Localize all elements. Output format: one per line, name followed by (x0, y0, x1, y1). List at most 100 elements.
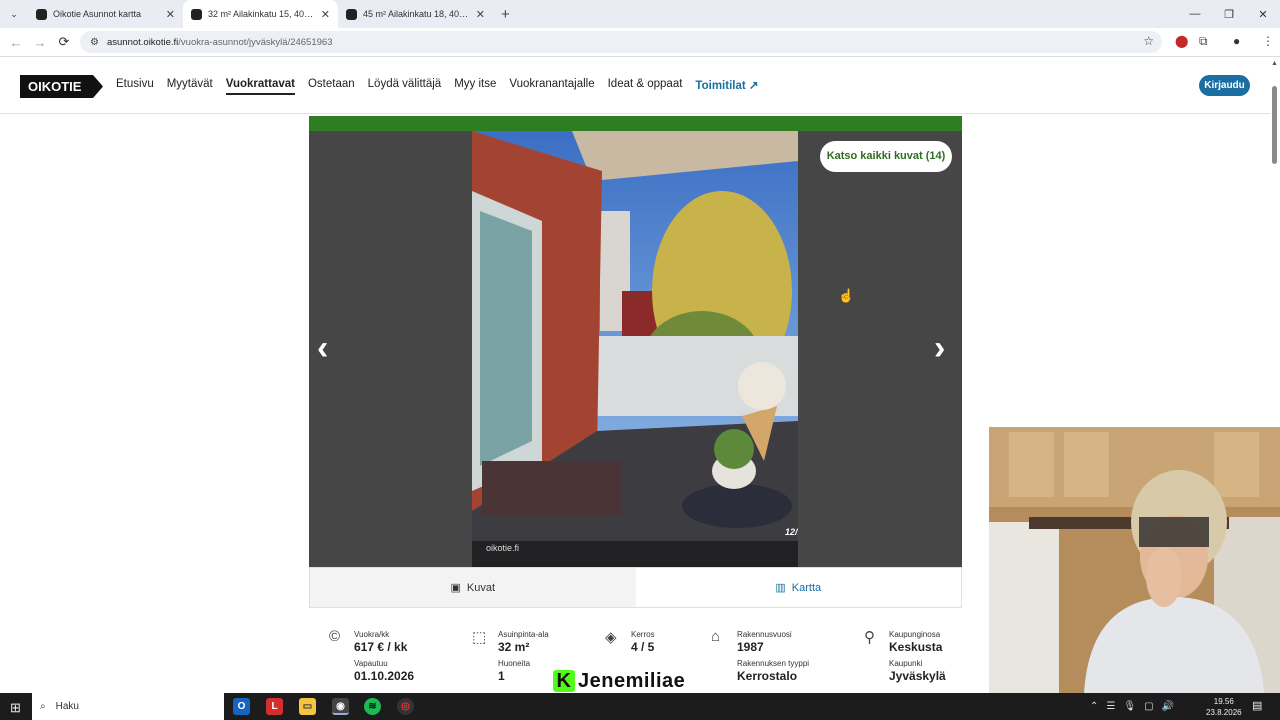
tab-strip: ⌄ Oikotie Asunnot kartta ✕ 32 m² Ailakin… (0, 0, 1280, 28)
fact-value: Keskusta (889, 640, 943, 654)
map-icon: ▥ (775, 582, 786, 594)
browser-tab-active[interactable]: 32 m² Ailakinkatu 15, 40100 Jyväskylä ✕ (183, 0, 338, 28)
nav-vuokrattavat[interactable]: Vuokrattavat (225, 78, 295, 95)
fact-district: Kaupunginosa Keskusta (889, 630, 942, 654)
chrome-icon[interactable]: ◉ (332, 698, 349, 715)
file-explorer-icon[interactable]: ▭ (299, 698, 316, 715)
forward-button[interactable]: → (28, 35, 52, 50)
url-path: /vuokra-asunnot/jyväskylä/24651963 (178, 36, 333, 48)
fact-label: Vuokra/kk (354, 630, 390, 639)
next-photo-arrow-icon[interactable]: › (934, 329, 945, 368)
tab-title: 45 m² Ailakinkatu 18, 40100 Jyväskylä (363, 9, 470, 19)
browser-menu-icon[interactable]: ⋮ (1262, 34, 1274, 48)
site-info-icon[interactable]: ⚙ (90, 37, 99, 48)
close-window-button[interactable]: ✕ (1246, 8, 1280, 21)
spotify-icon[interactable]: ≋ (364, 698, 381, 715)
nav-myy-itse[interactable]: Myy itse (454, 78, 496, 95)
fact-label: Kaupunki (889, 659, 923, 668)
floor-area-icon: ⬚ (472, 629, 487, 646)
clock-date: 23.8.2026 (1206, 708, 1242, 717)
extensions-puzzle-icon[interactable]: ⧉ (1199, 34, 1208, 49)
house-icon: ⌂ (711, 628, 721, 645)
nav-ideat-oppaat[interactable]: Ideat & oppaat (608, 78, 683, 95)
lastpass-icon[interactable]: L (266, 698, 283, 715)
fact-label: Asuinpinta-ala (498, 630, 549, 639)
tab-map-label: Kartta (791, 581, 822, 594)
window-controls: — ❐ ✕ (1178, 0, 1280, 28)
listing-photo[interactable]: 12/14 oikotie.fi (472, 131, 798, 567)
fact-label: Vapautuu (354, 659, 388, 668)
scroll-up-icon[interactable]: ▲ (1271, 60, 1278, 67)
profile-avatar[interactable]: ● (1233, 34, 1240, 48)
view-all-photos-button[interactable]: Katso kaikki kuvat (14) (820, 141, 952, 172)
site-favicon-icon (346, 8, 357, 20)
scrollbar-thumb[interactable] (1272, 86, 1277, 164)
kick-logo-icon: K (553, 670, 575, 692)
nav-toimitilat[interactable]: Toimitilat ↗ (695, 78, 758, 95)
nav-myytavat[interactable]: Myytävät (167, 78, 213, 95)
login-button[interactable]: Kirjaudu (1199, 75, 1250, 96)
tab-close-icon[interactable]: ✕ (160, 8, 175, 21)
photo-counter: 12/14 (785, 527, 798, 537)
streamer-name-overlay: K Jenemiliae (553, 670, 685, 693)
site-favicon-icon (191, 8, 202, 20)
tray-chevron-icon[interactable]: ⌃ (1090, 701, 1098, 712)
fact-value: 1 (498, 669, 505, 683)
tab-search-button[interactable]: ⌄ (0, 9, 28, 20)
nav-vuokranantajalle[interactable]: Vuokranantajalle (509, 78, 594, 95)
reload-button[interactable]: ⟳ (52, 34, 76, 50)
oikotie-logo[interactable]: OIKOTIE (20, 75, 103, 98)
obs-icon[interactable]: ◎ (397, 698, 414, 715)
browser-tab[interactable]: Oikotie Asunnot kartta ✕ (28, 0, 183, 28)
volume-icon[interactable]: 🔊 (1162, 701, 1174, 712)
listing-banner (309, 116, 962, 131)
fact-value: Kerrostalo (737, 669, 798, 683)
notifications-icon[interactable]: ▤ (1252, 699, 1262, 712)
view-tabs: ▣ Kuvat ▥ Kartta (309, 567, 962, 608)
bookmark-star-icon[interactable]: ☆ (1143, 34, 1154, 48)
balcony-photo-image (472, 131, 798, 567)
fact-rooms: Huoneita 1 (498, 659, 530, 683)
nav-etusivu[interactable]: Etusivu (116, 78, 154, 95)
taskbar-search[interactable]: ⌕ Haku (32, 693, 224, 720)
display-icon[interactable]: ▢ (1144, 701, 1153, 712)
restore-button[interactable]: ❐ (1212, 8, 1246, 21)
tab-photos-label: Kuvat (466, 581, 496, 594)
euro-icon: © (329, 628, 341, 645)
nav-loyda-valittaja[interactable]: Löydä välittäjä (368, 78, 442, 95)
fact-area: Asuinpinta-ala 32 m² (498, 630, 549, 654)
fact-city: Kaupunki Jyväskylä (889, 659, 946, 683)
url-field[interactable]: ⚙ asunnot.oikotie.fi/vuokra-asunnot/jyvä… (80, 31, 1162, 53)
taskbar-clock[interactable]: 19.56 23.8.2026 (1206, 696, 1242, 718)
fact-label: Rakennuksen tyyppi (737, 659, 810, 668)
microphone-icon[interactable]: 🎙 (1123, 701, 1136, 712)
tab-map[interactable]: ▥ Kartta (635, 568, 961, 607)
back-button[interactable]: ← (4, 35, 28, 50)
fact-rent: Vuokra/kk 617 € / kk (354, 630, 407, 654)
windows-start-icon[interactable]: ⊞ (10, 700, 21, 716)
streamer-name: Jenemiliae (578, 670, 686, 692)
site-header: OIKOTIE Etusivu Myytävät Vuokrattavat Os… (0, 58, 1280, 114)
browser-tab[interactable]: 45 m² Ailakinkatu 18, 40100 Jyväskylä ✕ (338, 0, 493, 28)
taskbar: ⊞ ⌕ Haku O L ▭ ◉ ≋ ◎ ⌃ ☰ 🎙 ▢ 🔊 19.56 23.… (0, 693, 1280, 720)
previous-photo-arrow-icon[interactable]: ‹ (317, 329, 328, 368)
minimize-button[interactable]: — (1178, 8, 1212, 20)
tab-close-icon[interactable]: ✕ (470, 8, 485, 21)
network-icon[interactable]: ☰ (1106, 701, 1115, 712)
fact-building-type: Rakennuksen tyyppi Kerrostalo (737, 659, 809, 683)
photo-gallery: 12/14 oikotie.fi Katso kaikki kuvat (14)… (309, 131, 962, 567)
main-nav: Etusivu Myytävät Vuokrattavat Ostetaan L… (116, 78, 759, 95)
layers-icon: ◈ (605, 629, 617, 646)
extension-icon[interactable]: ⬤ (1175, 34, 1188, 48)
new-tab-button[interactable]: + (501, 6, 510, 23)
image-icon: ▣ (450, 582, 461, 594)
url-host: asunnot.oikotie.fi (106, 36, 179, 48)
tab-close-icon[interactable]: ✕ (315, 8, 330, 21)
hand-cursor-icon: ☝ (838, 288, 855, 303)
nav-ostetaan[interactable]: Ostetaan (308, 78, 355, 95)
site-favicon-icon (36, 8, 47, 20)
search-icon: ⌕ (40, 701, 46, 712)
outlook-icon[interactable]: O (233, 698, 250, 715)
tab-photos[interactable]: ▣ Kuvat (310, 568, 636, 607)
fact-label: Kaupunginosa (889, 630, 941, 639)
